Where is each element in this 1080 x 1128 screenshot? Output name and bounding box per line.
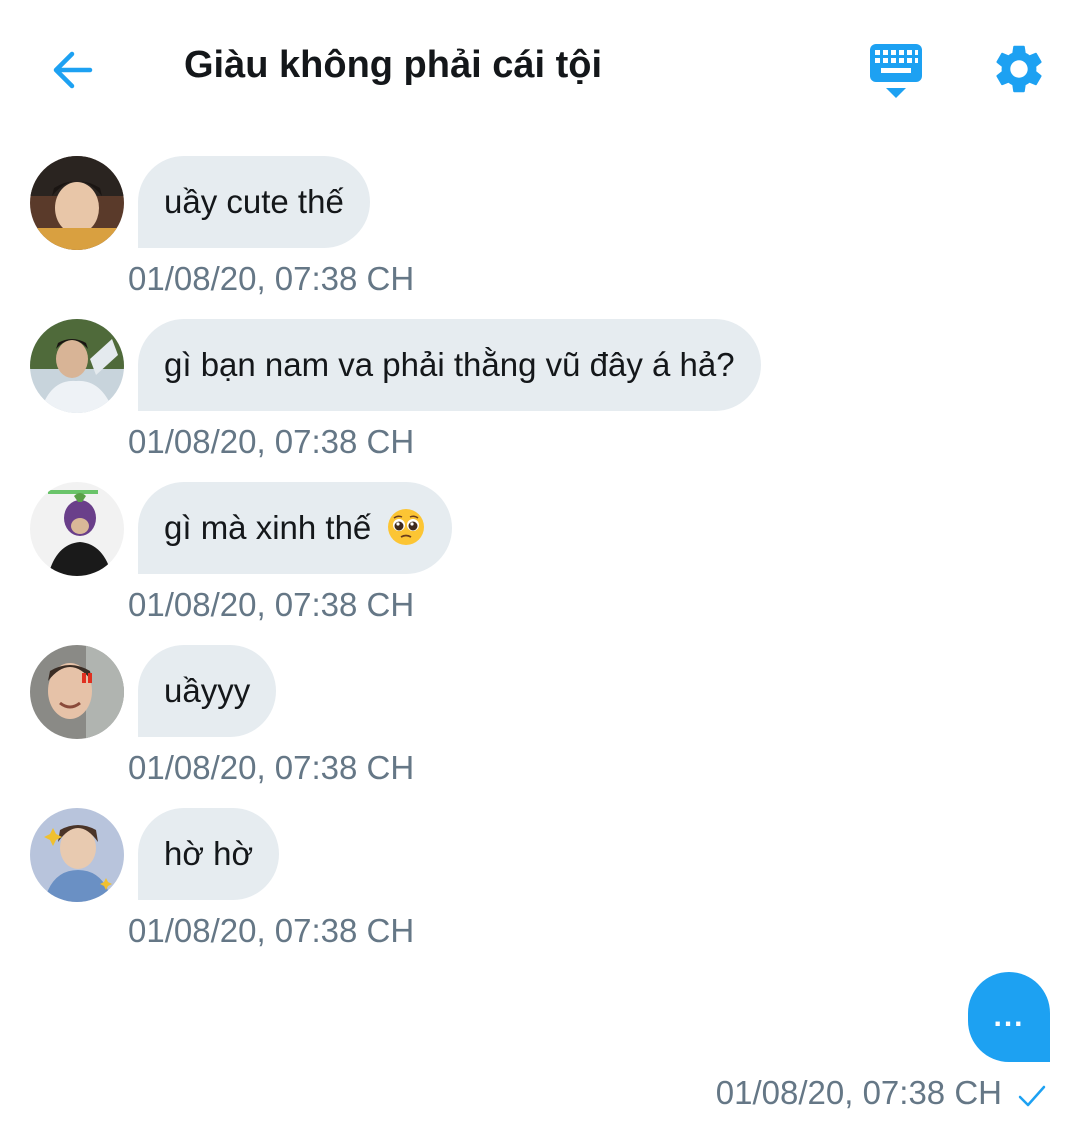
settings-button[interactable]	[990, 40, 1048, 98]
message-bubble[interactable]: hờ hờ	[138, 808, 280, 900]
message-row: gì bạn nam va phải thằng vũ đây á hả? 01…	[0, 319, 1080, 479]
conversation-title: Giàu không phải cái tội	[184, 44, 603, 86]
back-button[interactable]	[40, 38, 104, 102]
check-icon	[1018, 1085, 1046, 1107]
message-bubble[interactable]: gì bạn nam va phải thằng vũ đây á hả?	[138, 319, 761, 411]
message-text: gì mà xinh thế	[164, 509, 372, 546]
avatar[interactable]	[30, 156, 124, 250]
gear-icon	[996, 45, 1042, 93]
message-bubble[interactable]: gì mà xinh thế	[138, 482, 453, 574]
pleading-face-emoji	[388, 509, 425, 546]
avatar[interactable]	[30, 645, 124, 739]
conversation-header: Giàu không phải cái tội	[0, 0, 1080, 140]
keyboard-toggle-button[interactable]	[862, 40, 930, 102]
message-timestamp: 01/08/20, 07:38 CH	[128, 586, 415, 623]
avatar[interactable]	[30, 482, 124, 576]
keyboard-icon	[870, 44, 922, 98]
message-row: uầy cute thế 01/08/20, 07:38 CH	[0, 156, 1080, 316]
message-bubble[interactable]: uầy cute thế	[138, 156, 370, 248]
message-row: gì mà xinh thế 01/08/20, 07:38 CH	[0, 482, 1080, 642]
message-row: hờ hờ 01/08/20, 07:38 CH	[0, 808, 1080, 968]
avatar[interactable]	[30, 319, 124, 413]
own-message-bubble[interactable]: ...	[968, 972, 1050, 1062]
avatar[interactable]	[30, 808, 124, 902]
message-row: uầyyy 01/08/20, 07:38 CH	[0, 645, 1080, 805]
back-arrow-icon	[53, 51, 93, 89]
own-message-timestamp: 01/08/20, 07:38 CH	[715, 1074, 1002, 1111]
message-timestamp: 01/08/20, 07:38 CH	[128, 749, 415, 786]
message-timestamp: 01/08/20, 07:38 CH	[128, 423, 415, 460]
message-timestamp: 01/08/20, 07:38 CH	[128, 260, 415, 297]
message-timestamp: 01/08/20, 07:38 CH	[128, 912, 415, 949]
message-bubble[interactable]: uầyyy	[138, 645, 277, 737]
